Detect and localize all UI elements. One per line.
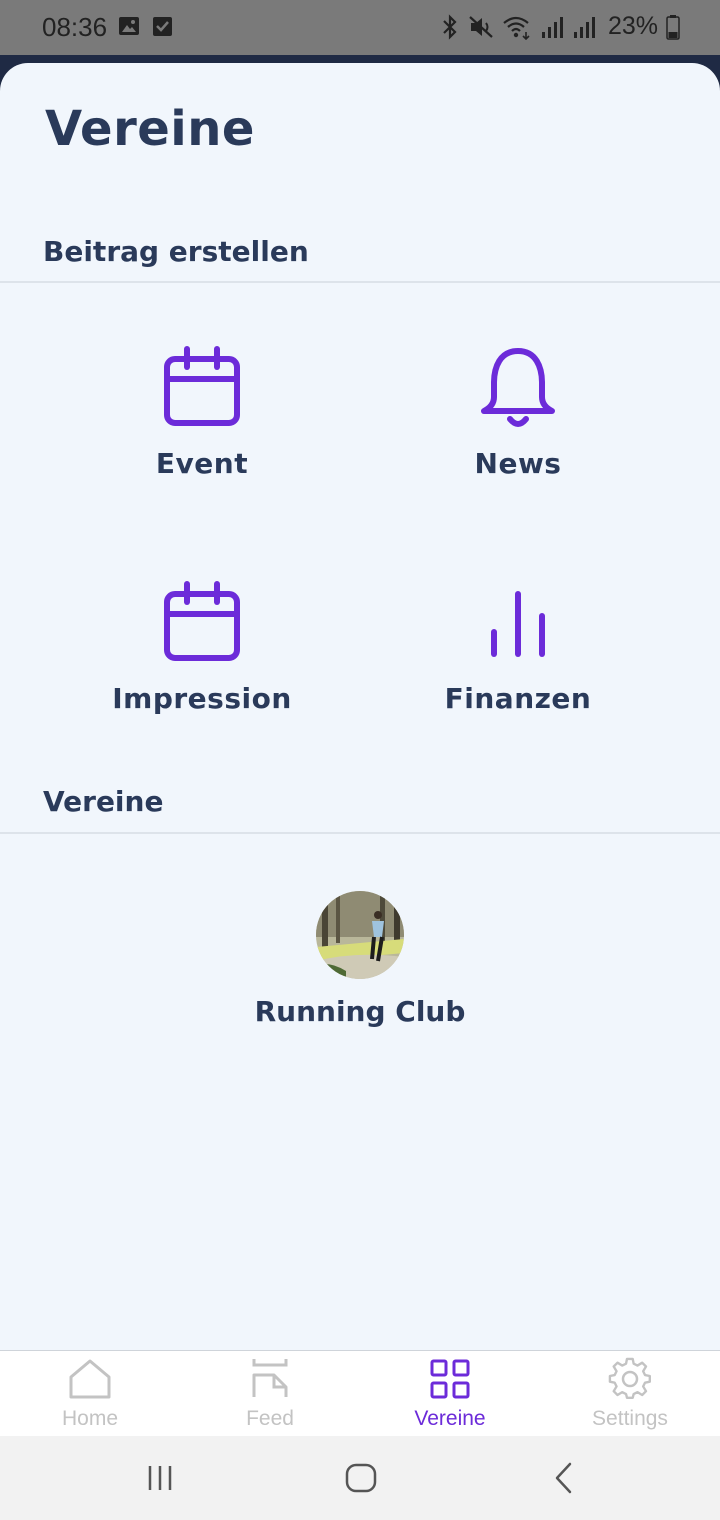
back-icon[interactable] — [550, 1460, 578, 1496]
nav-label: Vereine — [414, 1407, 486, 1430]
calendar-icon — [164, 346, 240, 426]
section-title-clubs: Vereine — [43, 785, 164, 818]
main-sheet: Vereine Beitrag erstellen Event News Imp… — [0, 63, 720, 1351]
bottom-nav: Home Feed Vereine Settings — [0, 1350, 720, 1436]
create-news-button[interactable]: News — [388, 345, 648, 535]
image-icon — [119, 17, 139, 35]
bar-chart-icon — [491, 591, 545, 657]
nav-label: Home — [61, 1407, 119, 1430]
action-label: Event — [155, 447, 249, 480]
page-title: Vereine — [45, 101, 255, 157]
nav-home[interactable]: Home — [0, 1351, 180, 1437]
divider — [0, 281, 720, 283]
club-name: Running Club — [254, 995, 466, 1028]
action-label: News — [474, 447, 562, 480]
status-time: 08:36 — [42, 12, 108, 42]
signal-icon — [541, 16, 563, 38]
check-box-icon — [153, 17, 172, 36]
nav-vereine[interactable]: Vereine — [360, 1351, 540, 1437]
divider — [0, 832, 720, 834]
create-finances-button[interactable]: Finanzen — [388, 580, 648, 770]
club-item[interactable]: Running Club — [230, 891, 490, 1041]
wifi-icon — [503, 16, 530, 40]
gear-icon — [608, 1357, 651, 1400]
battery-percent: 23% — [607, 12, 658, 40]
create-event-button[interactable]: Event — [72, 345, 332, 535]
home-icon — [69, 1359, 111, 1399]
status-bar: 08:36 23% — [0, 0, 720, 55]
create-impression-button[interactable]: Impression — [72, 580, 332, 770]
action-label: Finanzen — [444, 682, 592, 715]
club-avatar — [316, 891, 404, 979]
nav-label: Settings — [592, 1407, 668, 1430]
nav-label: Feed — [246, 1407, 294, 1430]
battery-icon — [666, 14, 680, 40]
mute-icon — [469, 15, 493, 38]
calendar-icon — [164, 581, 240, 661]
feed-icon — [252, 1359, 288, 1397]
system-nav-bar — [0, 1436, 720, 1520]
signal-icon — [573, 16, 595, 38]
nav-feed[interactable]: Feed — [180, 1351, 360, 1437]
bell-icon — [481, 348, 555, 427]
bluetooth-icon — [443, 13, 457, 40]
nav-settings[interactable]: Settings — [540, 1351, 720, 1437]
section-title-create: Beitrag erstellen — [43, 235, 309, 268]
recent-apps-icon[interactable] — [146, 1460, 176, 1496]
action-label: Impression — [112, 682, 292, 715]
grid-icon — [430, 1359, 470, 1399]
home-button-icon[interactable] — [344, 1460, 378, 1496]
